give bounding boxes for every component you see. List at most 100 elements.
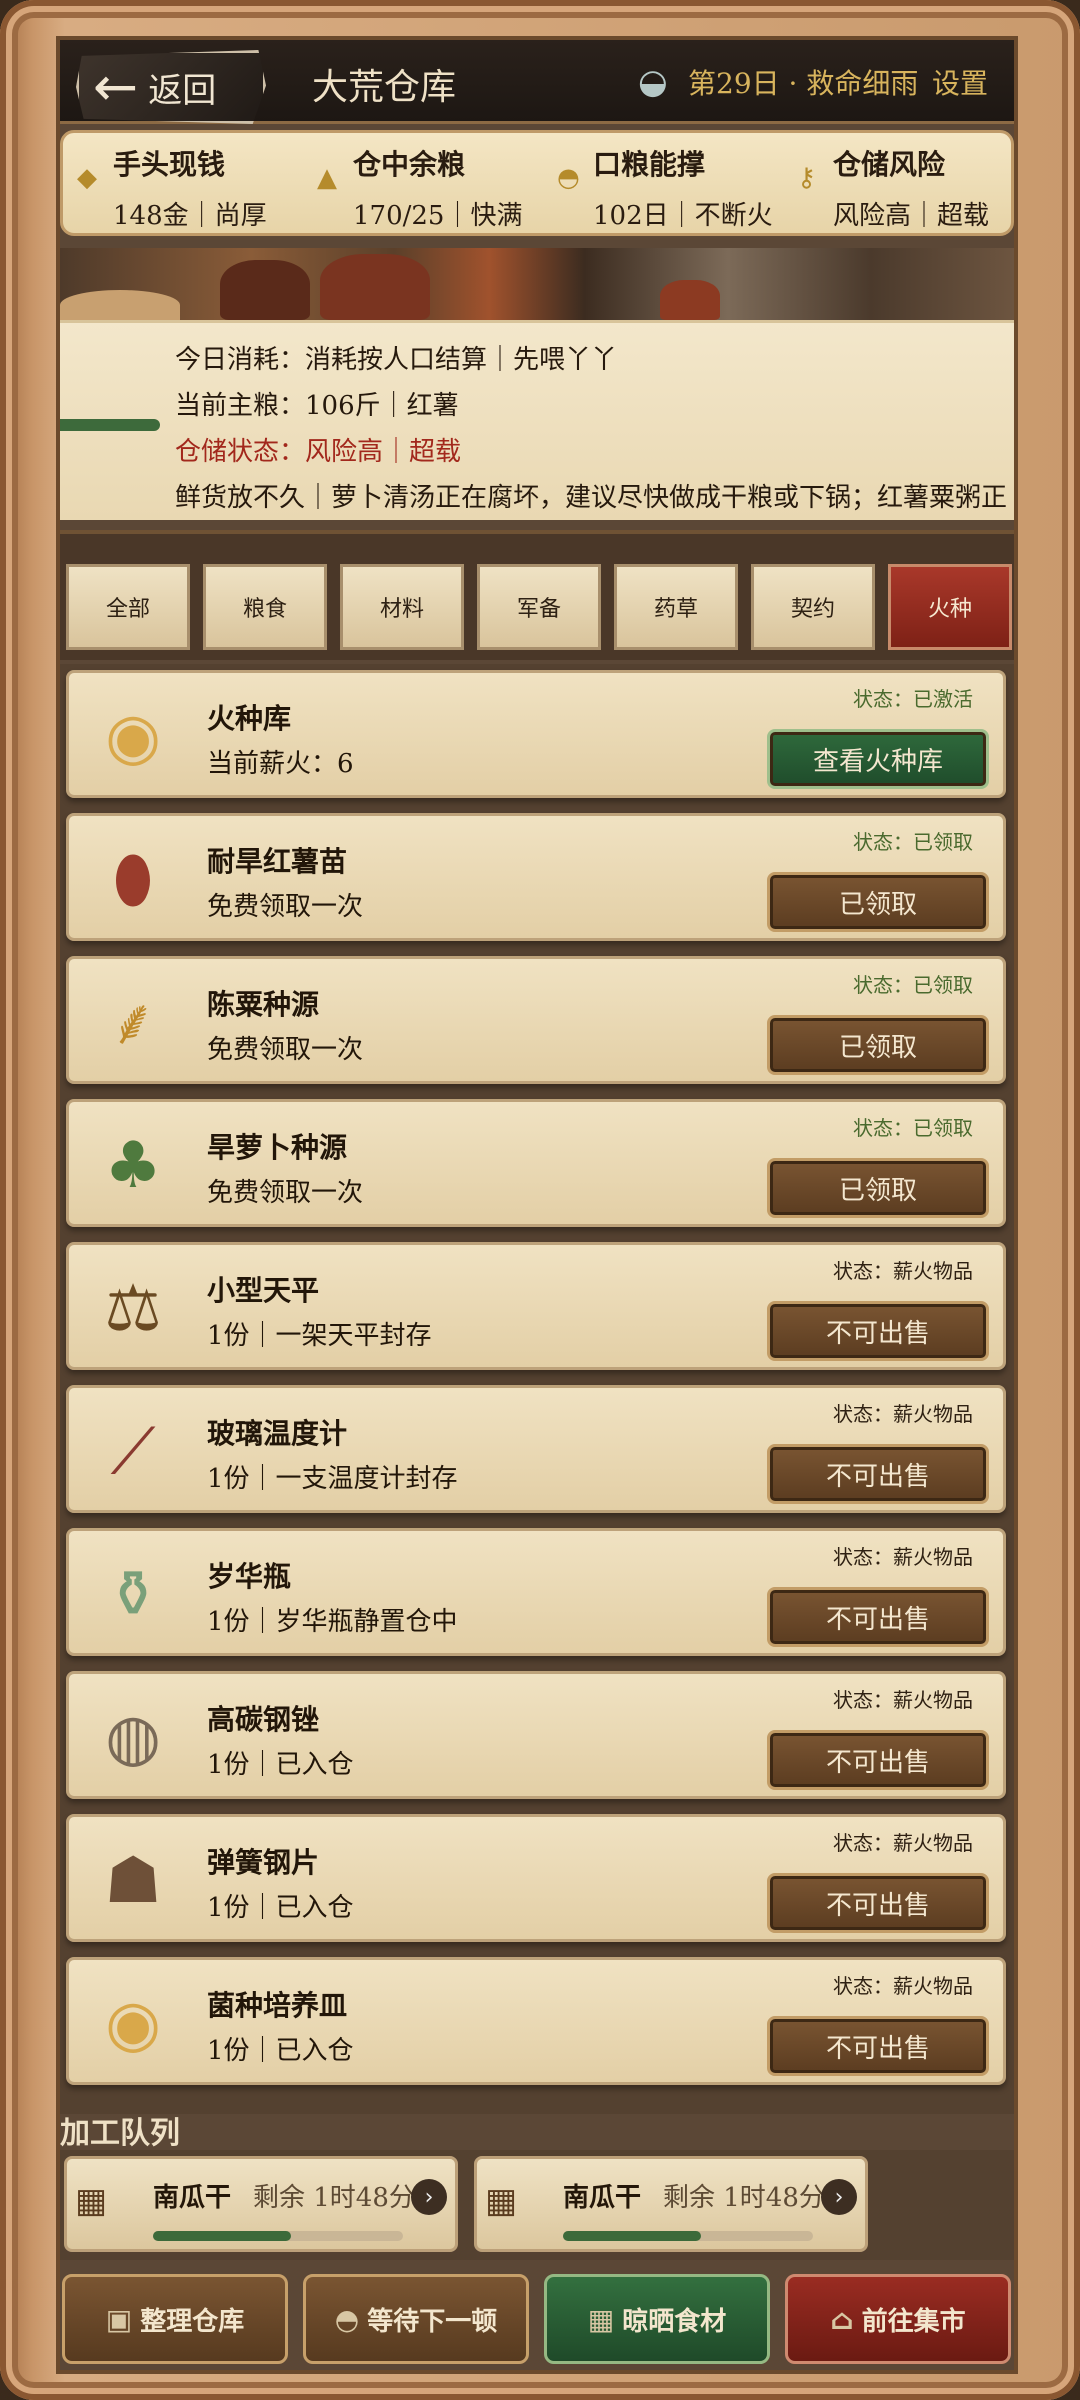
petri-dish-icon: ◉ <box>105 1987 161 2061</box>
top-bar: ← 返回 大荒仓库 ◒ 第29日 · 救命细雨 设置 <box>60 40 1014 124</box>
tab-herbs[interactable]: 药草 <box>614 564 738 650</box>
button-label: 等待下一顿 <box>367 2306 498 2337</box>
list-item: ⟋ 玻璃温度计 1份｜一支温度计封存 状态：薪火物品 不可出售 <box>66 1385 1006 1513</box>
item-name: 耐旱红薯苗 <box>207 845 348 878</box>
tea-bowl-icon: ◉ <box>105 700 161 774</box>
item-status: 状态：薪火物品 <box>833 1831 973 1855</box>
queue-progress-fill <box>563 2231 701 2241</box>
stat-money: ◆ 手头现钱 148金｜尚厚 <box>77 143 267 232</box>
jar-decoration <box>320 254 430 320</box>
rice-bowl-icon: ◓ <box>334 2302 360 2336</box>
queue-label: 加工队列 <box>60 2116 180 2151</box>
item-desc: 免费领取一次 <box>207 1035 364 1065</box>
back-button[interactable]: ← 返回 <box>76 50 266 124</box>
not-for-sale-button[interactable]: 不可出售 <box>767 1301 989 1361</box>
item-name: 小型天平 <box>207 1274 320 1307</box>
queue-progress-track <box>563 2231 813 2241</box>
list-item: ♣ 旱萝卜种源 免费领取一次 状态：已领取 已领取 <box>66 1099 1006 1227</box>
stat-value: 102日｜不断火 <box>593 201 773 231</box>
not-for-sale-button[interactable]: 不可出售 <box>767 1444 989 1504</box>
market-icon: ⌂ <box>830 2302 854 2336</box>
gold-ingot-icon: ◆ <box>77 163 97 193</box>
sweet-potato-icon: ⬮ <box>112 843 154 917</box>
tab-contracts[interactable]: 契约 <box>751 564 875 650</box>
food-bowl-icon: ◓ <box>557 163 580 193</box>
claimed-button[interactable]: 已领取 <box>767 1158 989 1218</box>
not-for-sale-button[interactable]: 不可出售 <box>767 1730 989 1790</box>
button-label: 晾晒食材 <box>622 2306 727 2337</box>
thermometer-icon: ⟋ <box>110 1415 156 1489</box>
notice-storage-state: 仓储状态：风险高｜超载 <box>175 437 462 467</box>
drying-rack-icon: ▦ <box>75 2181 108 2221</box>
queue-item[interactable]: ▦ 南瓜干 剩余 1时48分 › <box>64 2156 458 2252</box>
stat-storage-risk: ⚷ 仓储风险 风险高｜超载 <box>797 143 990 232</box>
go-to-market-button[interactable]: ⌂ 前往集市 <box>785 2274 1011 2364</box>
item-name: 高碳钢锉 <box>207 1703 320 1736</box>
millet-icon: ⸙ <box>109 986 157 1060</box>
list-item: ☗ 弹簧钢片 1份｜已入仓 状态：薪火物品 不可出售 <box>66 1814 1006 1942</box>
item-list: ◉ 火种库 当前薪火：6 状态：已激活 查看火种库 ⬮ 耐旱红薯苗 免费领取一次… <box>60 664 1014 2114</box>
item-status: 状态：薪火物品 <box>833 1688 973 1712</box>
item-desc: 1份｜岁华瓶静置仓中 <box>207 1607 458 1637</box>
button-label: 前往集市 <box>861 2306 966 2337</box>
item-name: 旱萝卜种源 <box>207 1131 348 1164</box>
queue-item-name: 南瓜干 <box>563 2183 642 2213</box>
stat-name: 仓中余粮 <box>353 148 466 181</box>
item-name: 陈粟种源 <box>207 988 320 1021</box>
arrow-left-icon: ← <box>93 55 139 118</box>
button-label: 整理仓库 <box>140 2306 245 2337</box>
queue-progress-fill <box>153 2231 291 2241</box>
key-icon: ⚷ <box>797 163 817 193</box>
not-for-sale-button[interactable]: 不可出售 <box>767 1587 989 1647</box>
item-name: 菌种培养皿 <box>207 1989 348 2022</box>
item-status: 状态：已激活 <box>853 687 973 711</box>
chevron-right-icon[interactable]: › <box>821 2179 857 2215</box>
notice-advice: 鲜货放不久｜萝卜清汤正在腐坏，建议尽快做成干粮或下锅；红薯粟粥正 <box>175 483 1008 513</box>
queue-item-time: 剩余 1时48分 <box>663 2183 825 2213</box>
item-desc: 1份｜一支温度计封存 <box>207 1464 458 1494</box>
stat-value: 148金｜尚厚 <box>113 201 267 231</box>
category-tabs: 全部 粮食 材料 军备 药草 契约 火种 <box>60 530 1014 660</box>
not-for-sale-button[interactable]: 不可出售 <box>767 2016 989 2076</box>
item-name: 弹簧钢片 <box>207 1846 320 1879</box>
back-label: 返回 <box>148 70 217 111</box>
tab-military[interactable]: 军备 <box>477 564 601 650</box>
queue-item[interactable]: ▦ 南瓜干 剩余 1时48分 › <box>474 2156 868 2252</box>
organize-warehouse-button[interactable]: ▣ 整理仓库 <box>62 2274 288 2364</box>
not-for-sale-button[interactable]: 不可出售 <box>767 1873 989 1933</box>
tab-fire-seeds[interactable]: 火种 <box>888 564 1012 650</box>
stat-value: 风险高｜超载 <box>833 201 990 231</box>
tab-grain[interactable]: 粮食 <box>203 564 327 650</box>
page-title: 大荒仓库 <box>312 67 457 108</box>
wait-next-meal-button[interactable]: ◓ 等待下一顿 <box>303 2274 529 2364</box>
processing-queue: ▦ 南瓜干 剩余 1时48分 › ▦ 南瓜干 剩余 1时48分 › <box>60 2150 1014 2260</box>
item-status: 状态：薪火物品 <box>833 1545 973 1569</box>
notice-staple: 当前主粮：106斤｜红薯 <box>175 391 459 421</box>
queue-item-name: 南瓜干 <box>153 2183 232 2213</box>
radish-icon: ♣ <box>104 1129 162 1203</box>
claimed-button[interactable]: 已领取 <box>767 872 989 932</box>
jar-decoration <box>660 280 720 320</box>
stat-name: 手头现钱 <box>113 148 226 181</box>
chevron-right-icon[interactable]: › <box>411 2179 447 2215</box>
day-weather: 第29日 · 救命细雨 <box>688 67 919 100</box>
settings-button[interactable]: 设置 <box>932 62 988 102</box>
notice-progress-bar <box>60 419 160 431</box>
item-name: 岁华瓶 <box>207 1560 292 1593</box>
stat-name: 仓储风险 <box>833 148 946 181</box>
item-status: 状态：已领取 <box>853 830 973 854</box>
jar-decoration <box>220 260 310 320</box>
item-name: 火种库 <box>207 702 292 735</box>
list-item: ⬮ 耐旱红薯苗 免费领取一次 状态：已领取 已领取 <box>66 813 1006 941</box>
claimed-button[interactable]: 已领取 <box>767 1015 989 1075</box>
drying-rack-icon: ▦ <box>485 2181 518 2221</box>
item-status: 状态：薪火物品 <box>833 1259 973 1283</box>
view-fire-library-button[interactable]: 查看火种库 <box>767 729 989 789</box>
item-desc: 当前薪火：6 <box>207 749 354 779</box>
drying-rack-icon: ▦ <box>587 2302 615 2336</box>
stat-grain: ▲ 仓中余粮 170/25｜快满 <box>317 143 522 232</box>
tab-all[interactable]: 全部 <box>66 564 190 650</box>
tab-materials[interactable]: 材料 <box>340 564 464 650</box>
list-item: ◍ 高碳钢锉 1份｜已入仓 状态：薪火物品 不可出售 <box>66 1671 1006 1799</box>
dry-food-button[interactable]: ▦ 晾晒食材 <box>544 2274 770 2364</box>
